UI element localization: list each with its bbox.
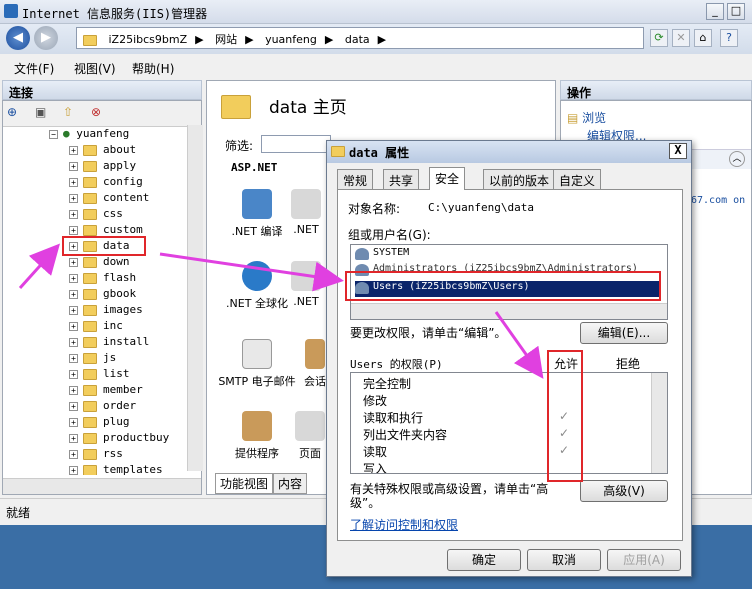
- arrow-to-data: [18, 243, 61, 290]
- arrow-to-users: [159, 252, 344, 292]
- annotation-arrows: [18, 243, 544, 379]
- tab-security[interactable]: 安全: [429, 167, 466, 190]
- arrow-to-allow: [494, 311, 544, 379]
